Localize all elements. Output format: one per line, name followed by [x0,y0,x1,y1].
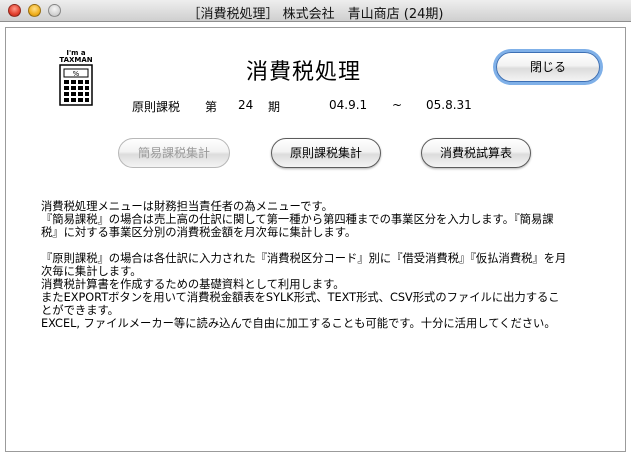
description-line: とができます。 [41,304,119,317]
kani-summary-button[interactable]: 簡易課税集計 [118,138,230,168]
description-line: EXCEL, ファイルメーカー等に読み込んで自由に加工することも可能です。十分に… [41,317,556,330]
calculator-icon: I'm a TAXMAN % [59,49,93,106]
description-text: 消費税処理メニューは財務担当責任者の為メニューです。 『簡易課税』の場合は売上高… [41,200,611,330]
term-number: 24 [238,98,254,112]
period-tilde: ~ [392,98,403,112]
page-title: 消費税処理 [246,60,362,85]
title-bar[interactable]: ［消費税処理］ 株式会社 青山商店 (24期) [0,0,631,22]
description-line: またEXPORTボタンを用いて消費税金額表をSYLK形式、TEXT形式、CSV形… [41,291,560,304]
tax-method-label: 原則課税 [132,100,181,114]
period-start: 04.9.1 [329,98,368,112]
close-button[interactable]: 閉じる [496,52,600,82]
tax-trial-balance-button[interactable]: 消費税試算表 [421,138,531,168]
main-panel: I'm a TAXMAN % 消費税処理 閉じる 原則課税 第 24 期 04.… [5,27,626,452]
description-line: 『簡易課税』の場合は売上高の仕訳に関して第一種から第四種までの事業区分を入力しま… [41,213,554,226]
window-title: ［消費税処理］ 株式会社 青山商店 (24期) [187,7,444,22]
description-line: 消費税計算書を作成するための基礎資料として利用します。 [41,278,345,291]
description-line: 消費税処理メニューは財務担当責任者の為メニューです。 [41,200,333,213]
description-line [41,239,611,252]
description-line: 税』に対する事業区分別の消費税金額を月次毎に集計します。 [41,226,357,239]
description-line: 『原則課税』の場合は各仕訳に入力された『消費税区分コード』別に『借受消費税』『仮… [41,252,567,265]
svg-text:%: % [73,70,80,78]
logo-line2: TAXMAN [59,56,92,64]
period-end: 05.8.31 [426,98,472,112]
gensoku-summary-button[interactable]: 原則課税集計 [271,138,381,168]
taxman-logo: I'm a TAXMAN % [55,48,97,106]
term-unit: 期 [268,100,281,114]
term-label: 第 [205,100,218,114]
description-line: 次毎に集計します。 [41,265,142,278]
